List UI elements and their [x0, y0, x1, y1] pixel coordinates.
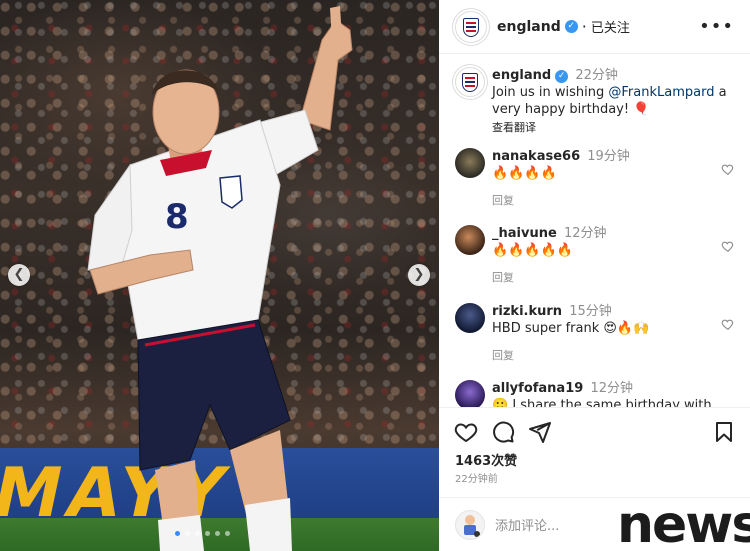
commenter-avatar[interactable]	[455, 148, 485, 178]
more-options-icon[interactable]: •••	[699, 16, 734, 37]
comment-username[interactable]: _haivune	[492, 226, 557, 241]
comment-bubble-icon[interactable]	[491, 420, 515, 444]
author-username[interactable]: england	[497, 19, 561, 35]
post-time-ago: 22分钟前	[455, 474, 498, 485]
translate-button[interactable]: 查看翻译	[492, 119, 732, 136]
comment-time: 19分钟	[587, 149, 630, 164]
comment-body: rizki.kurn 15分钟 HBD super frank 😍🔥🙌 回复	[492, 303, 717, 364]
comment-time: 12分钟	[590, 381, 633, 396]
follow-status-button[interactable]: 已关注	[591, 17, 630, 36]
like-heart-icon[interactable]	[454, 420, 478, 444]
comment-body: _haivune 12分钟 🔥🔥🔥🔥🔥 回复	[492, 225, 717, 286]
current-user-avatar	[455, 510, 485, 540]
heart-icon[interactable]	[721, 162, 735, 176]
carousel-indicator	[175, 531, 230, 536]
caption-time: 22分钟	[575, 68, 618, 83]
chevron-left-icon: ❮	[13, 267, 25, 282]
carousel-previous-button[interactable]: ❮	[8, 264, 30, 286]
comment-username[interactable]: allyfofana19	[492, 381, 583, 396]
carousel-dot	[205, 531, 210, 536]
caption-text-prefix: Join us in wishing	[492, 85, 609, 100]
share-send-icon[interactable]	[528, 420, 552, 444]
author-avatar[interactable]	[455, 67, 485, 97]
post-actions: 1463次赞 22分钟前	[439, 407, 750, 497]
comment-username[interactable]: nanakase66	[492, 149, 580, 164]
mention-link[interactable]: @FrankLampard	[608, 85, 714, 100]
commenter-avatar[interactable]	[455, 303, 485, 333]
carousel-dot	[225, 531, 230, 536]
reply-button[interactable]: 回复	[492, 192, 717, 209]
add-comment-input[interactable]: 添加评论...	[495, 515, 559, 534]
verified-badge-icon: ✓	[564, 20, 578, 33]
crest-icon	[462, 73, 478, 92]
carousel-dot	[175, 531, 180, 536]
verified-badge-icon: ✓	[555, 70, 569, 83]
carousel-dot	[215, 531, 220, 536]
comment-text: 🔥🔥🔥🔥🔥	[492, 243, 573, 258]
reply-button[interactable]: 回复	[492, 347, 717, 364]
comment-body: nanakase66 19分钟 🔥🔥🔥🔥 回复	[492, 148, 717, 209]
separator-dot: ·	[581, 17, 587, 36]
caption-body: england ✓ 22分钟 Join us in wishing @FrankL…	[492, 67, 732, 136]
post-side-panel: england ✓ · 已关注 ••• england ✓ 22分钟 Join u…	[439, 0, 750, 551]
heart-icon[interactable]	[721, 239, 735, 253]
comment-text: 🔥🔥🔥🔥	[492, 166, 557, 181]
author-avatar[interactable]	[455, 10, 487, 43]
carousel-next-button[interactable]: ❯	[408, 264, 430, 286]
user-figure-icon	[464, 515, 480, 537]
comment-body: allyfofana19 12分钟 🙂 I share the same bir…	[492, 380, 717, 407]
news-watermark: news	[617, 495, 750, 551]
comments-list[interactable]: england ✓ 22分钟 Join us in wishing @FrankL…	[439, 55, 750, 407]
carousel-dot	[185, 531, 190, 536]
player-illustration: 8	[87, 6, 353, 551]
commenter-avatar[interactable]	[455, 225, 485, 255]
carousel-dot	[195, 531, 200, 536]
crest-icon	[463, 17, 479, 37]
comment-text: HBD super frank 😍🔥🙌	[492, 321, 650, 336]
likes-count[interactable]: 1463次赞	[455, 450, 517, 469]
chevron-right-icon: ❯	[413, 267, 425, 282]
comment-username[interactable]: rizki.kurn	[492, 304, 562, 319]
svg-text:8: 8	[165, 197, 189, 237]
comment-text: 🙂 I share the same birthday with	[492, 398, 712, 407]
post-photo: MAYY 8 ❮ ❯	[0, 0, 439, 551]
bookmark-icon[interactable]	[712, 420, 736, 444]
heart-icon[interactable]	[721, 317, 735, 331]
comment-time: 12分钟	[563, 226, 607, 241]
commenter-avatar[interactable]	[455, 380, 485, 407]
caption-username[interactable]: england	[492, 68, 551, 83]
post-header: england ✓ · 已关注 •••	[439, 0, 750, 54]
comment-time: 15分钟	[569, 304, 612, 319]
reply-button[interactable]: 回复	[492, 269, 717, 286]
